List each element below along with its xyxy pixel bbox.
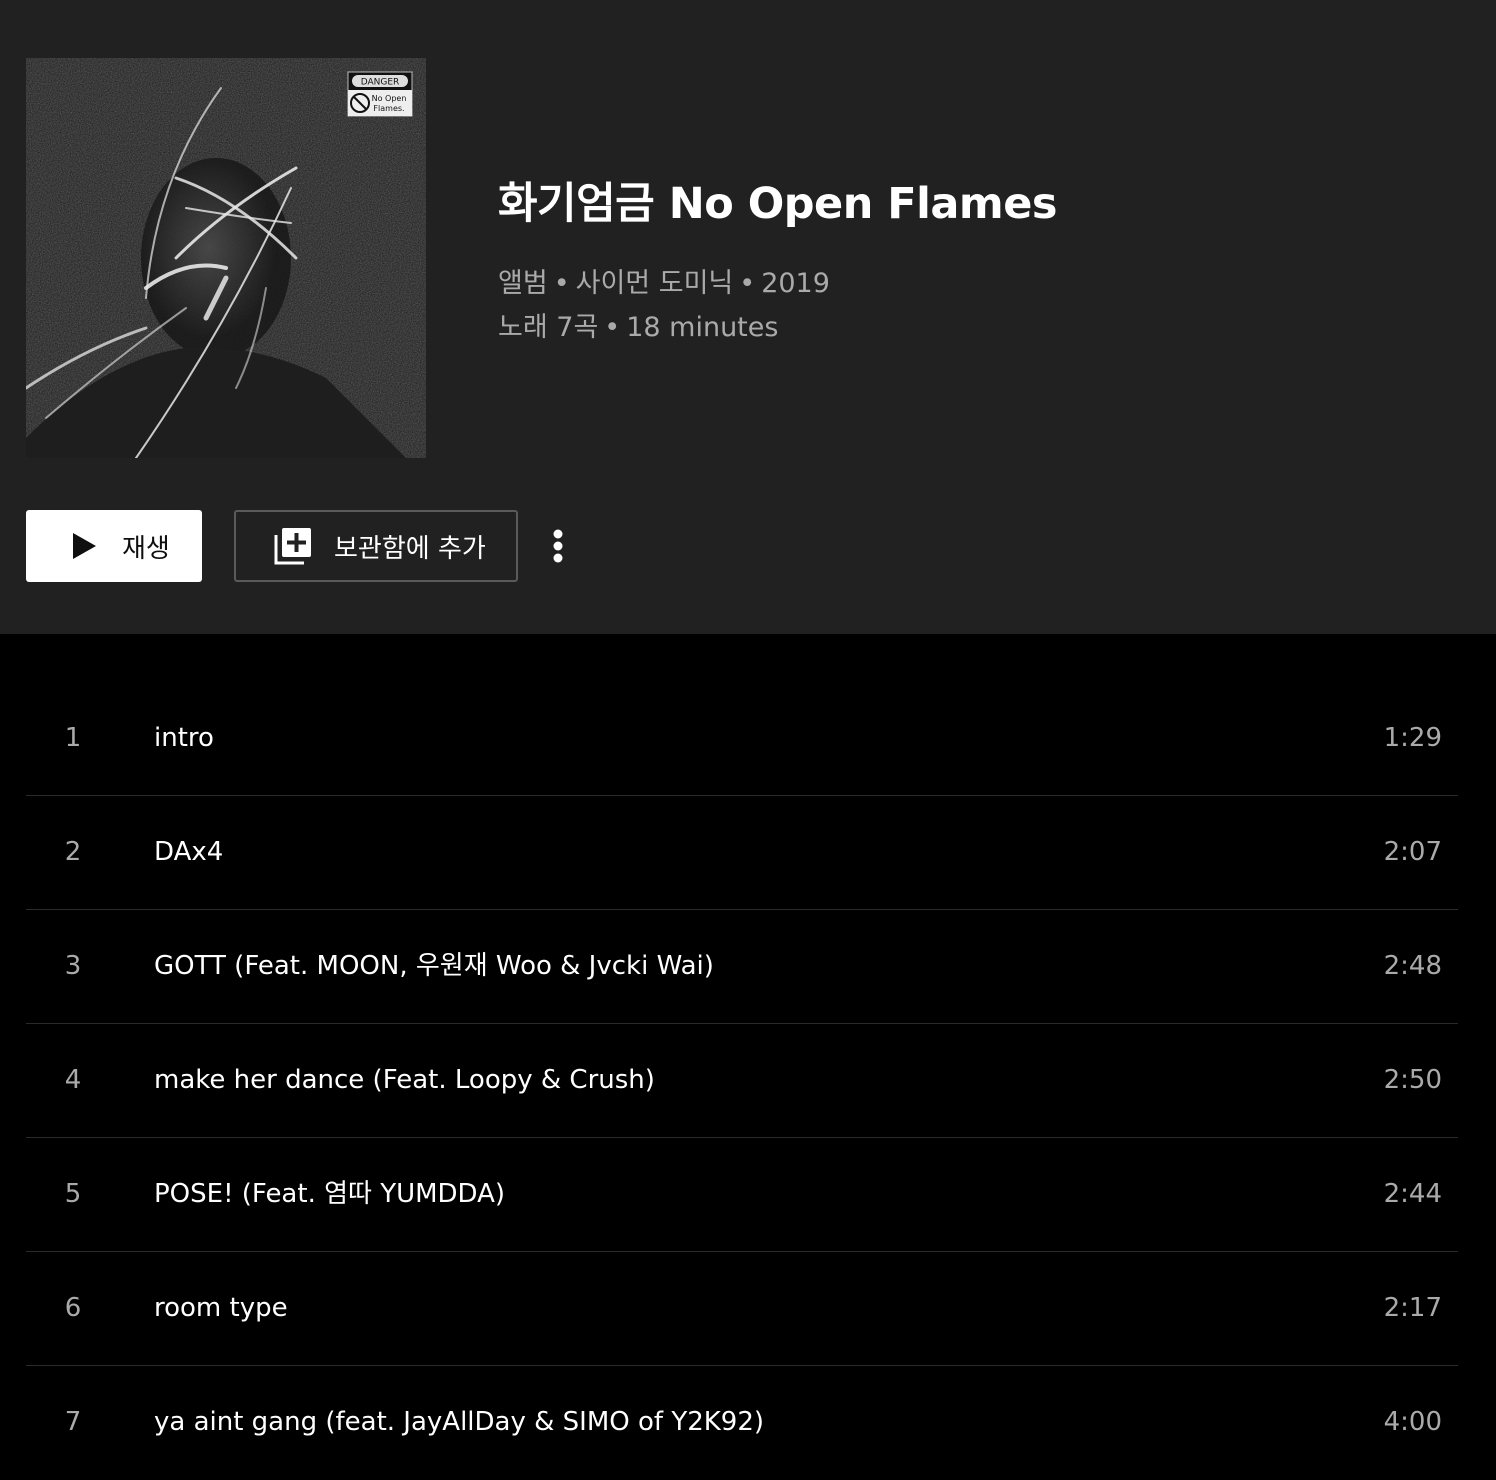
track-title[interactable]: DAx4 <box>154 834 223 870</box>
album-title: 화기엄금 No Open Flames <box>498 179 1057 229</box>
track-row[interactable]: 7 ya aint gang (feat. JayAllDay & SIMO o… <box>26 1366 1458 1480</box>
album-year: 2019 <box>761 268 830 299</box>
meta-separator: • <box>553 268 570 299</box>
track-duration: 1:29 <box>1383 723 1442 753</box>
play-icon <box>73 533 96 559</box>
track-duration: 2:17 <box>1383 1293 1442 1323</box>
track-count: 노래 7곡 <box>498 312 599 343</box>
track-row[interactable]: 2 DAx4 2:07 <box>26 796 1458 910</box>
library-add-icon <box>274 528 311 565</box>
album-header: DANGER No Open Flames. 화기엄금 No Open Flam… <box>0 0 1496 634</box>
track-duration: 2:48 <box>1383 951 1442 981</box>
track-number: 1 <box>64 723 82 753</box>
meta-separator: • <box>739 268 756 299</box>
play-button-label: 재생 <box>122 533 170 564</box>
track-title[interactable]: GOTT (Feat. MOON, 우원재 Woo & Jvcki Wai) <box>154 948 714 984</box>
album-type: 앨범 <box>498 268 548 299</box>
svg-text:DANGER: DANGER <box>361 78 400 88</box>
more-vert-icon <box>553 529 563 563</box>
track-title[interactable]: ya aint gang (feat. JayAllDay & SIMO of … <box>154 1404 764 1440</box>
album-duration: 18 minutes <box>626 312 779 343</box>
svg-text:Flames.: Flames. <box>373 104 404 113</box>
track-title[interactable]: make her dance (Feat. Loopy & Crush) <box>154 1062 655 1098</box>
track-row[interactable]: 4 make her dance (Feat. Loopy & Crush) 2… <box>26 1024 1458 1138</box>
track-number: 6 <box>64 1293 82 1323</box>
track-row[interactable]: 5 POSE! (Feat. 염따 YUMDDA) 2:44 <box>26 1138 1458 1252</box>
svg-text:No Open: No Open <box>372 94 407 103</box>
track-number: 2 <box>64 837 82 867</box>
danger-sticker: DANGER No Open Flames. <box>347 71 413 117</box>
track-number: 5 <box>64 1179 82 1209</box>
artist-link[interactable]: 사이먼 도미닉 <box>576 268 734 299</box>
album-art: DANGER No Open Flames. <box>26 58 426 458</box>
add-to-library-button[interactable]: 보관함에 추가 <box>234 510 518 582</box>
track-list: 1 intro 1:29 2 DAx4 2:07 3 GOTT (Feat. M… <box>26 682 1458 1480</box>
track-row[interactable]: 6 room type 2:17 <box>26 1252 1458 1366</box>
album-meta: 앨범 • 사이먼 도미닉 • 2019 <box>498 266 830 302</box>
track-title[interactable]: intro <box>154 720 214 756</box>
track-number: 3 <box>64 951 82 981</box>
track-number: 7 <box>64 1407 82 1437</box>
track-title[interactable]: room type <box>154 1290 288 1326</box>
play-button[interactable]: 재생 <box>26 510 202 582</box>
album-stats: 노래 7곡 • 18 minutes <box>498 310 778 346</box>
track-duration: 2:07 <box>1383 837 1442 867</box>
track-duration: 2:50 <box>1383 1065 1442 1095</box>
add-to-library-label: 보관함에 추가 <box>334 533 486 564</box>
track-duration: 2:44 <box>1383 1179 1442 1209</box>
more-options-button[interactable] <box>538 522 578 570</box>
track-duration: 4:00 <box>1383 1407 1442 1437</box>
track-number: 4 <box>64 1065 82 1095</box>
track-row[interactable]: 1 intro 1:29 <box>26 682 1458 796</box>
track-title[interactable]: POSE! (Feat. 염따 YUMDDA) <box>154 1176 505 1212</box>
meta-separator: • <box>604 312 621 343</box>
track-row[interactable]: 3 GOTT (Feat. MOON, 우원재 Woo & Jvcki Wai)… <box>26 910 1458 1024</box>
